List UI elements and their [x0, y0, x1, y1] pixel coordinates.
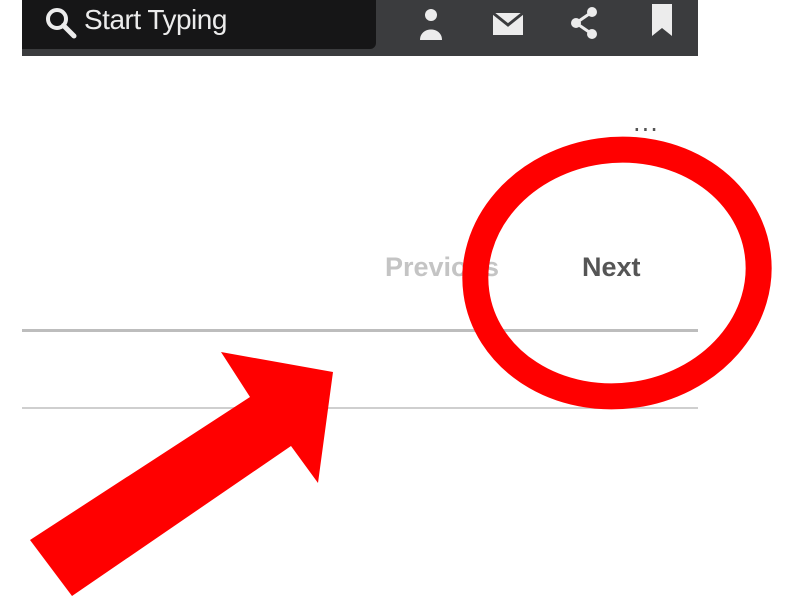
more-options-icon[interactable]: ...	[626, 111, 666, 135]
mail-icon[interactable]	[492, 11, 524, 43]
search-field[interactable]: Start Typing	[22, 0, 376, 49]
bookmark-icon[interactable]	[650, 4, 682, 36]
share-icon[interactable]	[568, 6, 600, 39]
annotation-overlay	[30, 136, 772, 596]
pointer-arrow	[30, 352, 333, 596]
divider	[22, 329, 698, 332]
divider	[22, 407, 698, 409]
search-icon[interactable]	[44, 6, 78, 40]
screenshot: Start Typing ... Previous Next	[0, 0, 795, 597]
search-input[interactable]: Start Typing	[84, 2, 227, 38]
user-icon[interactable]	[415, 8, 447, 40]
next-link[interactable]: Next	[582, 250, 641, 284]
previous-link[interactable]: Previous	[385, 250, 499, 284]
